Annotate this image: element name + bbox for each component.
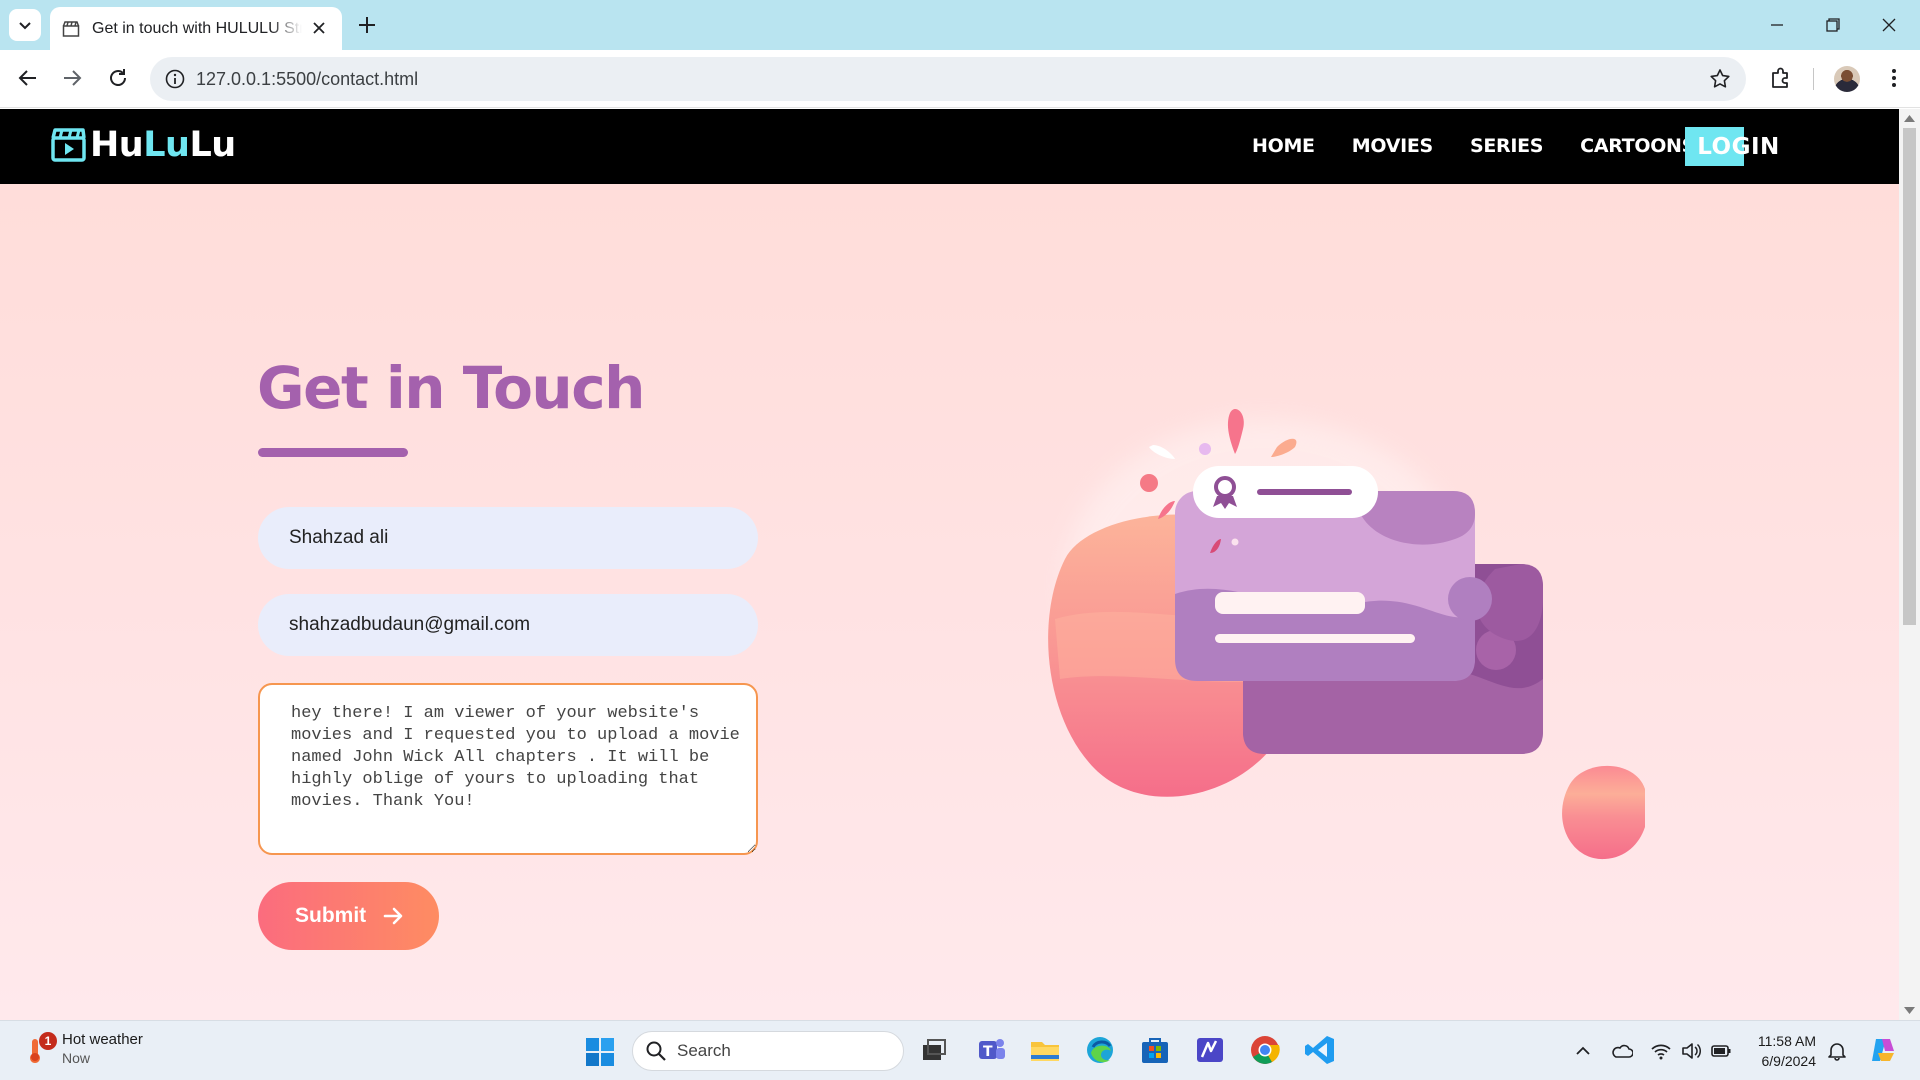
drawing-app-icon[interactable] [1193, 1033, 1227, 1067]
weather-subtitle: Now [62, 1050, 91, 1066]
tab-title: Get in touch with HULULU Streaming [92, 19, 302, 37]
taskbar-search[interactable]: Search [632, 1031, 904, 1071]
page-title: Get in Touch [257, 354, 645, 422]
task-view-icon[interactable] [917, 1033, 951, 1067]
login-button[interactable]: LOGIN [1685, 127, 1792, 166]
scrollbar-thumb[interactable] [1903, 128, 1916, 625]
vscode-icon[interactable] [1303, 1033, 1337, 1067]
clapperboard-icon [62, 20, 80, 37]
thermometer-icon: 1 [24, 1031, 57, 1064]
scroll-down-arrow-icon[interactable] [1904, 1007, 1915, 1015]
taskbar-search-placeholder: Search [677, 1041, 731, 1060]
page-scrollbar[interactable] [1899, 109, 1920, 1020]
back-arrow-icon[interactable] [14, 64, 42, 92]
microsoft-store-icon[interactable] [1138, 1033, 1172, 1067]
nav-cartoons[interactable]: CARTOONS [1580, 135, 1695, 157]
submit-label: Submit [295, 904, 367, 927]
name-input[interactable] [258, 507, 758, 569]
site-navbar: HuLuLu HOME MOVIES SERIES CARTOONS LOGIN [0, 109, 1899, 184]
browser-toolbar: 127.0.0.1:5500/contact.html [0, 50, 1920, 108]
forward-arrow-icon[interactable] [58, 64, 86, 92]
wifi-icon[interactable] [1650, 1041, 1672, 1061]
nav-home[interactable]: HOME [1252, 135, 1315, 157]
address-url: 127.0.0.1:5500/contact.html [196, 69, 419, 89]
copilot-icon[interactable] [1868, 1035, 1898, 1065]
message-textarea[interactable]: hey there! I am viewer of your website's… [258, 683, 758, 855]
window-close-icon[interactable] [1876, 12, 1902, 38]
search-icon [646, 1041, 666, 1061]
windows-taskbar: 1 Hot weather Now Search T 11:58 AM 6/9/… [0, 1020, 1920, 1080]
reload-icon[interactable] [104, 64, 132, 92]
extensions-puzzle-icon[interactable] [1767, 64, 1795, 92]
email-input[interactable] [258, 594, 758, 656]
onedrive-cloud-icon[interactable] [1611, 1041, 1633, 1061]
notification-bell-icon[interactable] [1826, 1041, 1848, 1061]
scroll-up-arrow-icon[interactable] [1904, 114, 1915, 122]
clock-date: 6/9/2024 [1761, 1053, 1817, 1069]
site-logo[interactable]: HuLuLu [50, 125, 236, 165]
close-icon[interactable] [310, 19, 328, 37]
chrome-icon[interactable] [1248, 1033, 1282, 1067]
page-viewport: HuLuLu HOME MOVIES SERIES CARTOONS LOGIN… [0, 109, 1899, 1020]
clock-time: 11:58 AM [1757, 1033, 1816, 1049]
restore-icon[interactable] [1820, 12, 1846, 38]
weather-widget[interactable]: 1 Hot weather Now [24, 1031, 143, 1066]
svg-text:T: T [983, 1044, 993, 1060]
site-info-icon[interactable] [164, 68, 186, 90]
chevron-up-icon[interactable] [1572, 1041, 1594, 1061]
logo-text: HuLuLu [90, 125, 236, 165]
logo-clapperboard-icon [51, 128, 86, 162]
contact-illustration [1048, 408, 1645, 860]
nav-movies[interactable]: MOVIES [1352, 135, 1433, 157]
toolbar-divider [1813, 68, 1814, 90]
chevron-down-icon [19, 22, 31, 30]
nav-series[interactable]: SERIES [1470, 135, 1544, 157]
notification-badge: 1 [39, 1031, 57, 1050]
browser-tab-active[interactable]: Get in touch with HULULU Streaming [50, 7, 342, 50]
edge-browser-icon[interactable] [1083, 1033, 1117, 1067]
tab-search-button[interactable] [9, 9, 41, 41]
submit-button[interactable]: Submit [258, 882, 439, 950]
more-menu-icon[interactable] [1880, 64, 1908, 92]
title-underline [258, 448, 408, 457]
bookmark-star-icon[interactable] [1708, 67, 1732, 91]
arrow-right-icon [383, 907, 403, 925]
teams-icon[interactable]: T [974, 1033, 1008, 1067]
profile-avatar[interactable] [1834, 66, 1860, 92]
system-clock[interactable]: 11:58 AM 6/9/2024 [1746, 1031, 1816, 1071]
browser-title-bar: Get in touch with HULULU Streaming [0, 0, 1920, 50]
volume-icon[interactable] [1680, 1041, 1702, 1061]
weather-title: Hot weather [62, 1031, 143, 1048]
file-explorer-icon[interactable] [1028, 1033, 1062, 1067]
nav-links: HOME MOVIES SERIES CARTOONS [1252, 135, 1695, 157]
battery-icon[interactable] [1710, 1041, 1732, 1061]
minimize-icon[interactable] [1764, 12, 1790, 38]
address-bar[interactable]: 127.0.0.1:5500/contact.html [150, 57, 1746, 101]
windows-start-icon[interactable] [585, 1037, 615, 1067]
new-tab-plus-icon[interactable] [354, 12, 380, 38]
